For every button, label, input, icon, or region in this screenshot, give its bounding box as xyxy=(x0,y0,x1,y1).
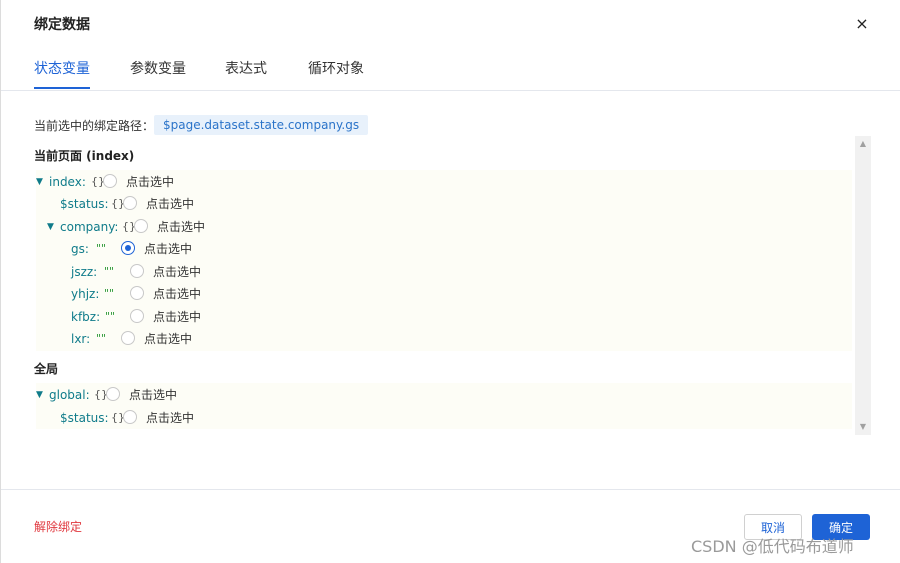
tree-key: company: xyxy=(60,220,119,234)
radio-label[interactable]: 点击选中 xyxy=(157,217,205,237)
tree-row-lxr: lxr: "" 点击选中 xyxy=(36,329,336,349)
scroll-down-icon[interactable]: ▼ xyxy=(855,419,871,435)
tree-row-yhjz: yhjz: "" 点击选中 xyxy=(36,284,336,304)
select-radio-gs[interactable] xyxy=(121,241,135,255)
tree-key: yhjz: xyxy=(71,287,100,301)
close-icon[interactable]: × xyxy=(853,15,871,33)
tree-key: global: xyxy=(49,388,90,402)
tree-key: lxr: xyxy=(71,332,91,346)
csdn-watermark: CSDN @低代码布道师 xyxy=(691,537,854,556)
tree-key: gs: xyxy=(71,242,89,256)
expand-arrow-icon[interactable]: ▼ xyxy=(36,172,43,192)
tree-type: "" xyxy=(104,265,115,278)
radio-label[interactable]: 点击选中 xyxy=(129,385,177,405)
tree-row-status: $status: {} 点击选中 xyxy=(36,194,336,214)
tree-key: $status: xyxy=(60,411,109,425)
tree-row-index: ▼ index: {} 点击选中 xyxy=(36,172,336,192)
radio-label[interactable]: 点击选中 xyxy=(153,307,201,327)
tree-row-global: ▼ global: {} 点击选中 xyxy=(36,385,336,405)
tree-row-global-status: $status: {} 点击选中 xyxy=(36,408,336,428)
radio-label[interactable]: 点击选中 xyxy=(146,408,194,428)
select-radio-company[interactable] xyxy=(134,219,148,233)
tab-parameter-variables[interactable]: 参数变量 xyxy=(130,58,186,78)
tree-type: "" xyxy=(104,287,115,300)
select-radio-status[interactable] xyxy=(123,196,137,210)
select-radio-jszz[interactable] xyxy=(130,264,144,278)
tree-key: index: xyxy=(49,175,86,189)
binding-path-value: $page.dataset.state.company.gs xyxy=(154,115,369,135)
select-radio-lxr[interactable] xyxy=(121,331,135,345)
select-radio-global-status[interactable] xyxy=(123,410,137,424)
tab-state-variables[interactable]: 状态变量 xyxy=(34,58,90,78)
tab-loop-object[interactable]: 循环对象 xyxy=(308,58,364,78)
footer-divider xyxy=(1,489,900,490)
radio-label[interactable]: 点击选中 xyxy=(146,194,194,214)
select-radio-kfbz[interactable] xyxy=(130,309,144,323)
dialog-title: 绑定数据 xyxy=(34,17,90,33)
radio-label[interactable]: 点击选中 xyxy=(153,262,201,282)
expand-arrow-icon[interactable]: ▼ xyxy=(47,217,54,237)
select-radio-index[interactable] xyxy=(103,174,117,188)
tree-type: "" xyxy=(96,332,107,345)
tree-row-gs: gs: "" 点击选中 xyxy=(36,239,336,259)
radio-label[interactable]: 点击选中 xyxy=(126,172,174,192)
expand-arrow-icon[interactable]: ▼ xyxy=(36,385,43,405)
unbind-link[interactable]: 解除绑定 xyxy=(34,518,82,535)
section-title-page: 当前页面 (index) xyxy=(34,149,135,163)
active-tab-indicator xyxy=(34,87,90,89)
tree-row-company: ▼ company: {} 点击选中 xyxy=(36,217,336,237)
variable-tree-panel: 当前页面 (index) ▼ index: {} 点击选中 $status: {… xyxy=(34,136,871,435)
tab-bar: 状态变量 参数变量 表达式 循环对象 xyxy=(1,50,900,91)
bind-data-dialog: 绑定数据 × 状态变量 参数变量 表达式 循环对象 当前选中的绑定路径： $pa… xyxy=(0,0,900,563)
binding-path-label: 当前选中的绑定路径： xyxy=(34,119,155,133)
tree-type: "" xyxy=(105,310,116,323)
select-radio-yhjz[interactable] xyxy=(130,286,144,300)
tree-row-kfbz: kfbz: "" 点击选中 xyxy=(36,307,336,327)
tree-row-jszz: jszz: "" 点击选中 xyxy=(36,262,336,282)
radio-label[interactable]: 点击选中 xyxy=(153,284,201,304)
page-tree: ▼ index: {} 点击选中 $status: {} 点击选中 ▼ comp… xyxy=(36,170,852,351)
scroll-up-icon[interactable]: ▲ xyxy=(855,136,871,152)
vertical-scrollbar[interactable]: ▲ ▼ xyxy=(855,136,871,435)
radio-label[interactable]: 点击选中 xyxy=(144,239,192,259)
tab-expression[interactable]: 表达式 xyxy=(225,58,267,78)
tree-type: "" xyxy=(96,242,107,255)
radio-label[interactable]: 点击选中 xyxy=(144,329,192,349)
select-radio-global[interactable] xyxy=(106,387,120,401)
tree-key: kfbz: xyxy=(71,310,101,324)
tree-key: $status: xyxy=(60,197,109,211)
tree-key: jszz: xyxy=(71,265,98,279)
global-tree: ▼ global: {} 点击选中 $status: {} 点击选中 xyxy=(36,383,852,429)
section-title-global: 全局 xyxy=(34,362,59,376)
